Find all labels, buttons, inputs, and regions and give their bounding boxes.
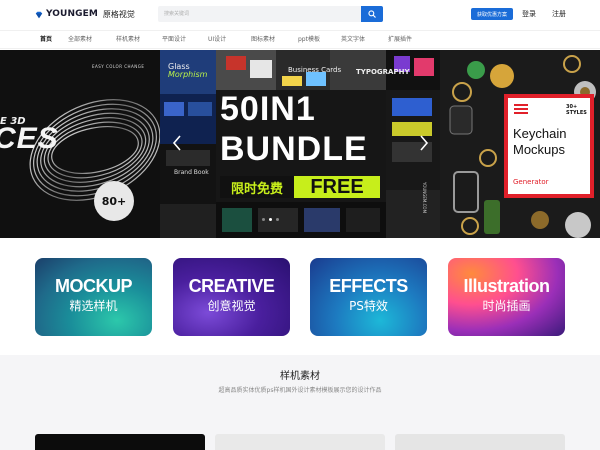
category-title-cn: 创意视觉 (207, 299, 256, 313)
search-button[interactable] (361, 6, 383, 22)
nav-item-all[interactable]: 全部素材 (68, 36, 92, 44)
mockup-section: 样机素材 超高品质实体优质ps样机国外设计素材模板展示您的设计作品 (0, 355, 600, 450)
nav-item-ppt[interactable]: ppt模板 (298, 36, 320, 44)
carousel-dots (262, 218, 279, 221)
category-card-creative[interactable]: CREATIVE 创意视觉 (173, 258, 290, 336)
carousel-dot[interactable] (262, 218, 265, 221)
carousel-dot[interactable] (276, 218, 279, 221)
free-tag: 限时免费 FREE (220, 176, 380, 198)
banner-slide-left[interactable]: EASY COLOR CHANGE E 3D CES 80+ (0, 50, 160, 238)
search-icon (368, 10, 376, 18)
category-title-en: MOCKUP (55, 276, 133, 296)
mockup-thumbnail[interactable] (215, 434, 385, 450)
banner-slide-right[interactable]: 30+ STYLES Keychain Mockups Generator (440, 50, 600, 238)
free-tag-cn: 限时免费 (220, 176, 294, 198)
category-card-effects[interactable]: EFFECTS PS特效 (310, 258, 427, 336)
banner-left-caption: EASY COLOR CHANGE (92, 64, 145, 69)
section-subtitle: 超高品质实体优质ps样机国外设计素材模板展示您的设计作品 (218, 387, 382, 394)
login-link[interactable]: 登录 (522, 9, 536, 19)
nav-item-home[interactable]: 首页 (40, 36, 52, 44)
carousel-prev-button[interactable] (168, 132, 186, 154)
nav-item-icons[interactable]: 图标素材 (251, 36, 275, 44)
section-title: 样机素材 (280, 371, 320, 382)
morphism-label: Morphism (168, 70, 208, 79)
vip-plan-button[interactable]: 获取优惠方案 (471, 8, 513, 20)
shapes-badge: 80+ (94, 181, 134, 221)
chevron-right-icon (420, 135, 429, 151)
free-tag-en: FREE (310, 175, 364, 198)
carousel-dot-active[interactable] (269, 218, 272, 221)
chevron-left-icon (172, 135, 181, 151)
search-bar (158, 6, 383, 22)
nav-item-graphic[interactable]: 平面设计 (162, 36, 186, 44)
mockup-thumbnail[interactable] (35, 434, 205, 450)
keychain-card: 30+ STYLES Keychain Mockups Generator (504, 94, 594, 198)
mockup-thumbnail[interactable] (395, 434, 565, 450)
logo-text: YOUNGEM (46, 9, 98, 19)
category-title-cn: 精选样机 (69, 299, 118, 313)
hero-banner[interactable]: EASY COLOR CHANGE E 3D CES 80+ Glass Mor… (0, 50, 600, 238)
logo-diamond-icon (35, 11, 43, 18)
nav-item-mockups[interactable]: 样机素材 (116, 36, 140, 44)
banner-slide-center[interactable]: Glass Morphism Business Cards Brand Book… (160, 50, 440, 238)
typography-label: TYPOGRAPHY (356, 68, 410, 76)
category-card-mockup[interactable]: MOCKUP 精选样机 (35, 258, 152, 336)
nav-item-plugins[interactable]: 扩展插件 (388, 36, 412, 44)
keychain-subtitle: Generator (513, 178, 549, 186)
nav-item-fonts[interactable]: 英文字体 (341, 36, 365, 44)
banner-left-title: CES (0, 122, 59, 155)
category-title-cn: PS特效 (349, 299, 388, 313)
logo-subtitle: 原格视觉 (102, 10, 135, 19)
nav-item-ui[interactable]: UI设计 (208, 36, 226, 44)
main-nav: 首页 全部素材 样机素材 平面设计 UI设计 图标素材 ppt模板 英文字体 扩… (0, 30, 600, 49)
styles-badge: 30+ STYLES (566, 104, 587, 116)
bundle-title-line2: BUNDLE (220, 130, 368, 168)
stripes-flag-icon (514, 104, 528, 114)
bundle-title-line1: 50IN1 (220, 90, 316, 128)
keychain-title: Keychain Mockups (513, 126, 567, 157)
carousel-next-button[interactable] (415, 132, 433, 154)
category-title-cn: 时尚插画 (482, 299, 531, 313)
register-link[interactable]: 注册 (552, 9, 566, 19)
brand-book-label: Brand Book (174, 169, 209, 176)
business-cards-label: Business Cards (288, 66, 342, 74)
logo[interactable]: YOUNGEM 原格视觉 (35, 9, 135, 20)
category-title-en: Illustration (463, 276, 550, 296)
side-url-label: YOUNGEM.COM (422, 182, 427, 214)
category-title-en: EFFECTS (329, 276, 408, 296)
category-card-illustration[interactable]: Illustration 时尚插画 (448, 258, 565, 336)
header: YOUNGEM 原格视觉 获取优惠方案 登录 注册 (0, 0, 600, 29)
category-title-en: CREATIVE (188, 276, 275, 296)
search-input[interactable] (158, 6, 361, 22)
